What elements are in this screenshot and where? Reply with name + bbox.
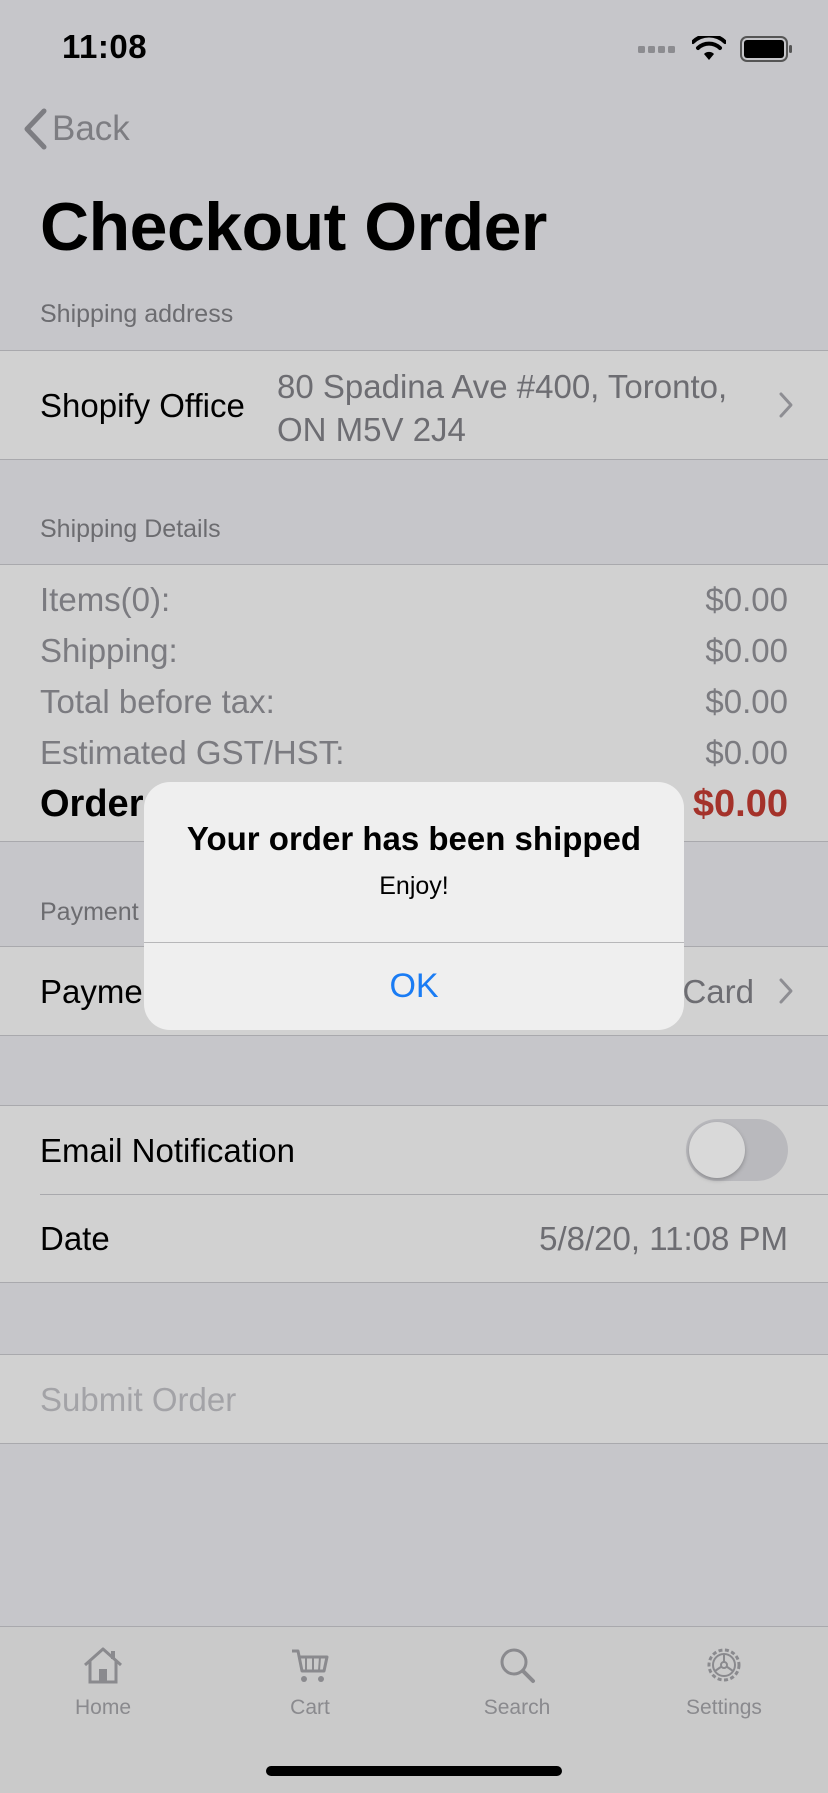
tab-cart-label: Cart [290,1696,330,1719]
email-notification-label: Email Notification [40,1132,295,1169]
alert-dialog: Your order has been shipped Enjoy! OK [144,782,684,1030]
order-total-value: $0.00 [692,783,788,825]
status-icons [638,34,794,64]
address-line1: 80 Spadina Ave #400, Toronto, [277,368,728,405]
shipping-address-row[interactable]: Shopify Office 80 Spadina Ave #400, Toro… [0,350,828,460]
address-name: Shopify Office [40,387,245,424]
home-icon [84,1647,122,1684]
back-button[interactable]: Back [22,108,130,150]
tab-home-label: Home [74,1696,132,1719]
tab-home[interactable]: Home [33,1645,173,1720]
tax-label: Estimated GST/HST: [40,734,345,771]
divider [40,1194,828,1195]
back-label: Back [52,109,130,148]
total-before-tax-value: $0.00 [705,683,788,720]
cart-icon [292,1649,329,1682]
items-value: $0.00 [705,581,788,618]
payment-header: Payment [40,898,139,926]
date-value[interactable]: 5/8/20, 11:08 PM [539,1220,788,1258]
status-time: 11:08 [62,28,148,65]
tab-cart[interactable]: Cart [240,1645,380,1720]
gear-icon [707,1648,741,1682]
payment-label: Payme [40,973,143,1010]
wifi-icon [692,36,726,60]
tab-settings[interactable]: Settings [654,1645,794,1720]
submit-order-label: Submit Order [40,1381,237,1418]
chevron-left-icon [24,108,47,150]
shipping-value: $0.00 [705,632,788,669]
items-label: Items(0): [40,581,171,618]
shipping-address-header: Shipping address [40,300,234,328]
home-indicator[interactable] [266,1766,562,1776]
alert-title: Your order has been shipped [186,820,642,857]
chevron-right-icon [779,392,793,418]
tab-settings-label: Settings [686,1696,762,1719]
address-line2: ON M5V 2J4 [277,411,466,448]
submit-order-button[interactable]: Submit Order [0,1354,828,1444]
alert-message: Enjoy! [379,872,449,900]
battery-icon [740,36,792,62]
toggle-knob [689,1122,745,1178]
address-text: 80 Spadina Ave #400, Toronto, ON M5V 2J4 [277,365,727,451]
page-title: Checkout Order [40,189,547,265]
total-before-tax-label: Total before tax: [40,683,275,720]
date-label: Date [40,1220,110,1257]
email-notification-toggle[interactable] [686,1119,788,1181]
tax-value: $0.00 [705,734,788,771]
shipping-details-header: Shipping Details [40,515,221,543]
search-icon [500,1648,535,1683]
signal-icon [638,46,675,53]
tab-search[interactable]: Search [447,1645,587,1720]
options-group: Email Notification Date 5/8/20, 11:08 PM [0,1105,828,1283]
payment-value: Card [682,973,754,1010]
shipping-label: Shipping: [40,632,178,669]
order-total-label: Order [40,783,144,825]
tab-search-label: Search [483,1696,551,1719]
alert-ok-button[interactable]: OK [144,943,684,1030]
chevron-right-icon [779,978,793,1004]
